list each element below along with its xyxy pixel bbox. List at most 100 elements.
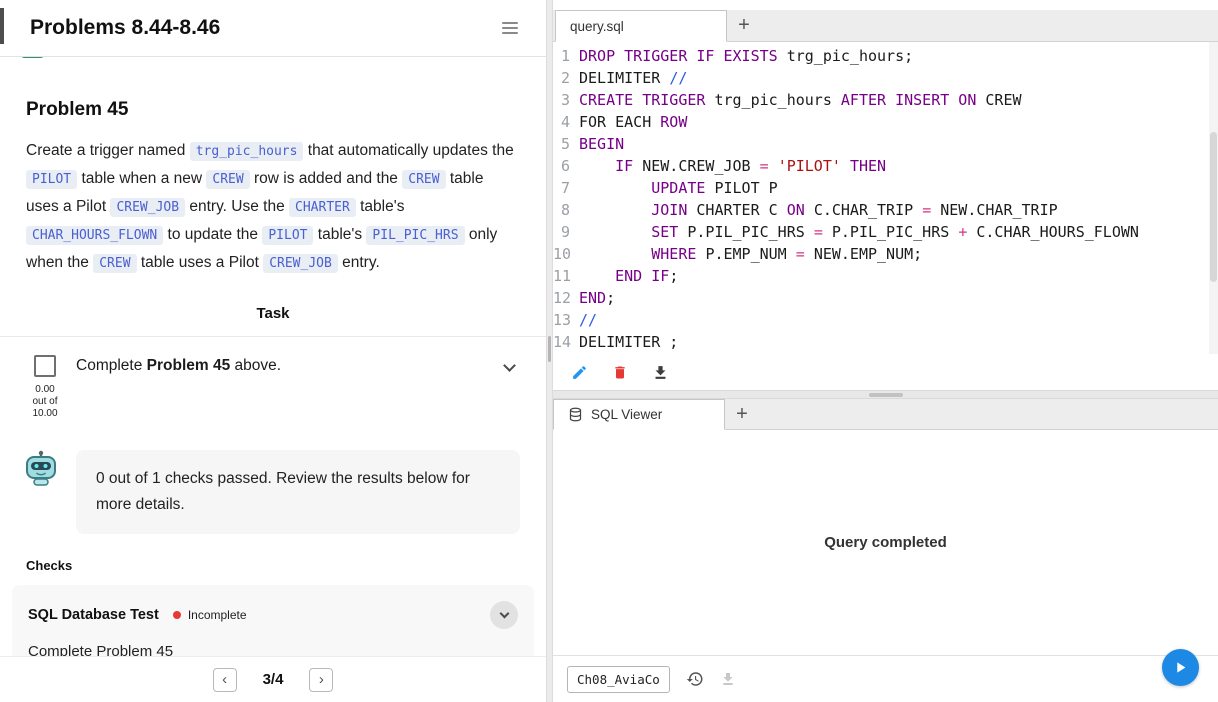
splitter-grip[interactable] [868,393,903,397]
bold-text: Problem 45 [146,357,231,374]
code-text: UPDATE PILOT P [651,179,778,197]
code-line: 2 DELIMITER // [553,67,1218,89]
text: Complete [76,357,147,374]
editor-toolbar [553,354,1218,390]
line-number: 3 [560,91,570,109]
code-line: 14 DELIMITER ; [553,331,1218,353]
next-page-button[interactable]: › [309,667,334,692]
code-lines: 1 DROP TRIGGER IF EXISTS trg_pic_hours; 2 D… [553,45,1218,353]
sql-viewer-panel: Query completed [553,430,1218,655]
left-panel-body: Problem 45 Create a trigger named trg_pi… [0,57,546,656]
code-line: 10 WHERE P.EMP_NUM = NEW.EMP_NUM; [553,243,1218,265]
code-line: 3 CREATE TRIGGER trg_pic_hours AFTER INSE… [553,89,1218,111]
code-text: CREATE TRIGGER trg_pic_hours AFTER INSER… [579,91,1022,109]
line-number: 4 [560,113,570,131]
chevron-down-icon[interactable] [503,359,516,372]
editor-tabstrip: query.sql + [553,10,1218,42]
line-number: 13 [553,311,572,329]
prev-page-button[interactable]: ‹ [212,667,237,692]
code-text: IF NEW.CREW_JOB = 'PILOT' THEN [615,157,887,175]
inline-code: CREW [206,170,250,189]
code-line: 6 IF NEW.CREW_JOB = 'PILOT' THEN [553,155,1218,177]
app-root: Problems 8.44-8.46 Problem 45 Create a t… [0,0,1218,702]
line-number: 11 [553,267,572,285]
download-icon [655,365,666,379]
code-text: FOR EACH ROW [579,113,688,131]
tab-query-sql[interactable]: query.sql [555,10,727,42]
code-line: 7 UPDATE PILOT P [553,177,1218,199]
code-text: DROP TRIGGER IF EXISTS trg_pic_hours; [579,47,914,65]
database-selector[interactable]: Ch08_AviaCo [567,665,670,693]
task-score-column: 0.00 out of 10.00 [26,355,64,420]
code-line: 5 BEGIN [553,133,1218,155]
new-viewer-tab-button[interactable]: + [725,399,759,429]
inline-code: PILOT [26,170,78,189]
code-text: // [579,311,598,329]
code-text: DELIMITER ; [579,333,679,351]
line-number: 7 [560,179,570,197]
line-number: 12 [553,289,572,307]
score-value: 0.00 [35,384,55,395]
inline-code: CREW_JOB [263,254,338,273]
horizontal-splitter[interactable] [553,390,1218,399]
line-number: 2 [560,69,570,87]
line-number: 8 [560,201,570,219]
checks-summary-message: 0 out of 1 checks passed. Review the res… [76,450,520,534]
code-line: 4 FOR EACH ROW [553,111,1218,133]
inline-code: CREW [93,254,137,273]
status-dot [172,611,181,619]
download-tray-icon [723,673,733,685]
query-status-message: Query completed [824,534,947,551]
page-title: Problems 8.44-8.46 [30,16,221,39]
text: Create a trigger named [26,142,190,159]
code-text: SET P.PIL_PIC_HRS = P.PIL_PIC_HRS + C.CH… [651,223,1139,241]
line-number: 5 [560,135,570,153]
inline-code: PIL_PIC_HRS [366,226,465,245]
left-panel-header: Problems 8.44-8.46 [0,0,546,57]
code-text: BEGIN [579,135,625,153]
text: table when a new [77,170,207,187]
editor-scrollbar-thumb[interactable] [1210,132,1217,282]
expand-check-button[interactable] [490,601,518,629]
score-out-of: out of [32,396,58,407]
line-number: 14 [553,333,572,351]
problem-description: Create a trigger named trg_pic_hours tha… [26,137,520,277]
inline-code: CHARTER [289,198,356,217]
task-checkbox[interactable] [34,355,56,377]
task-score: 0.00 out of 10.00 [32,384,57,420]
line-number: 10 [553,245,572,263]
code-line: 12 END; [553,287,1218,309]
run-button[interactable] [1162,649,1199,686]
inline-code: CREW [402,170,446,189]
task-label: Complete Problem 45 above. [76,355,495,375]
history-button[interactable] [686,670,704,688]
trash-icon [615,366,625,378]
feedback-row: 0 out of 1 checks passed. Review the res… [26,450,520,534]
download-button[interactable] [652,364,669,381]
tab-label: SQL Viewer [591,407,663,422]
tab-sql-viewer[interactable]: SQL Viewer [553,399,725,430]
tab-label: query.sql [570,18,624,34]
problems-panel: Problems 8.44-8.46 Problem 45 Create a t… [0,0,546,702]
delete-button[interactable] [612,364,628,381]
line-number: 6 [560,157,570,175]
checks-heading: Checks [26,558,73,573]
edit-button[interactable] [571,364,588,381]
check-title: SQL Database Test [28,607,159,623]
new-editor-tab-button[interactable]: + [727,10,761,41]
hamburger-menu-icon[interactable] [502,18,518,38]
vertical-splitter[interactable] [546,0,553,702]
sql-editor[interactable]: 1 DROP TRIGGER IF EXISTS trg_pic_hours; 2 D… [553,42,1218,354]
editor-scrollbar[interactable] [1209,42,1218,354]
left-scrollbar-thumb[interactable] [0,8,4,44]
pagination-bar: ‹ 3/4 › [0,656,546,702]
inline-code: CHAR_HOURS_FLOWN [26,226,164,245]
chevron-down-icon [499,608,509,618]
inline-code: CREW_JOB [110,198,186,217]
code-text: END IF; [615,267,679,285]
inline-code: trg_pic_hours [189,142,304,161]
splitter-grip[interactable] [548,336,551,362]
viewer-tabstrip: SQL Viewer + [553,399,1218,430]
text: entry. [337,254,380,271]
pencil-icon [573,365,586,379]
